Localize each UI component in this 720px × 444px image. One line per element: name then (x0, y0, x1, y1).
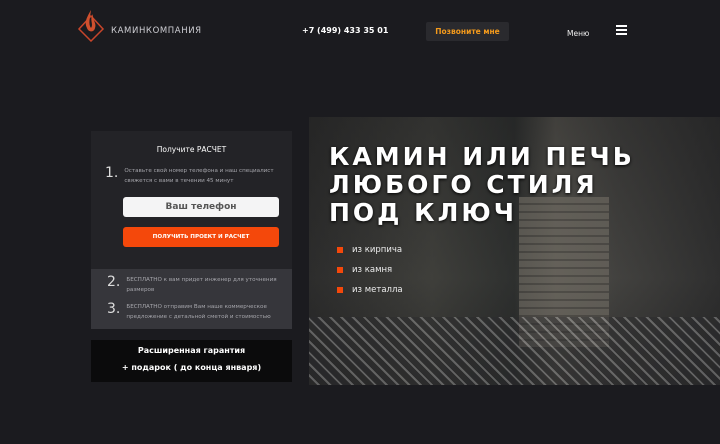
bullet-text: из камня (352, 265, 393, 275)
step-number: 2. (107, 274, 121, 290)
menu-label[interactable]: Меню (567, 29, 589, 38)
hero-title: КАМИН ИЛИ ПЕЧЬ ЛЮБОГО СТИЛЯ ПОД КЛЮЧ (329, 143, 635, 227)
step-text: БЕСПЛАТНО отправим Вам наше коммерческое… (126, 304, 271, 320)
step-3: 3. БЕСПЛАТНО отправим Вам наше коммерчес… (107, 302, 287, 322)
step-text: Оставьте свой номер телефона и наш специ… (124, 168, 274, 184)
patio-floor-image (309, 317, 720, 385)
brand-name: КАМИНКОМПАНИЯ (111, 26, 202, 36)
list-item: из кирпича (337, 245, 403, 255)
bullet-text: из металла (352, 285, 403, 295)
list-item: из металла (337, 285, 403, 295)
phone-number[interactable]: +7 (499) 433 35 01 (302, 26, 388, 35)
call-me-button[interactable]: Позвоните мне (426, 22, 509, 41)
step-number: 3. (107, 301, 121, 317)
bullet-text: из кирпича (352, 245, 403, 255)
get-quote-button[interactable]: ПОЛУЧИТЬ ПРОЕКТ И РАСЧЕТ (123, 227, 279, 247)
bullet-square-icon (337, 287, 343, 293)
step-1: 1. Оставьте свой номер телефона и наш сп… (105, 166, 285, 186)
phone-input[interactable] (123, 197, 279, 217)
steps-panel: 2. БЕСПЛАТНО к вам придет инженер для ут… (91, 269, 292, 329)
step-number: 1. (105, 165, 119, 181)
header: КАМИНКОМПАНИЯ +7 (499) 433 35 01 Позвони… (0, 0, 720, 60)
hero-title-line: КАМИН ИЛИ ПЕЧЬ (329, 142, 635, 171)
bullet-square-icon (337, 267, 343, 273)
gift-text: + подарок ( до конца января) (121, 363, 262, 372)
guarantee-banner: Расширенная гарантия + подарок ( до конц… (91, 340, 292, 382)
hero-title-line: ЛЮБОГО СТИЛЯ (329, 170, 598, 199)
quote-form: Получите РАСЧЕТ 1. Оставьте свой номер т… (91, 131, 292, 269)
form-title: Получите РАСЧЕТ (156, 145, 227, 154)
guarantee-text: Расширенная гарантия (137, 346, 246, 355)
logo-flame-icon[interactable] (76, 8, 106, 42)
step-2: 2. БЕСПЛАТНО к вам придет инженер для ут… (107, 275, 287, 295)
hero-title-line: ПОД КЛЮЧ (329, 198, 517, 227)
hero-banner: КАМИН ИЛИ ПЕЧЬ ЛЮБОГО СТИЛЯ ПОД КЛЮЧ из … (309, 117, 720, 385)
list-item: из камня (337, 265, 403, 275)
hamburger-menu-icon[interactable] (616, 25, 627, 35)
material-list: из кирпича из камня из металла (337, 245, 403, 305)
step-text: БЕСПЛАТНО к вам придет инженер для уточн… (126, 277, 277, 293)
bullet-square-icon (337, 247, 343, 253)
